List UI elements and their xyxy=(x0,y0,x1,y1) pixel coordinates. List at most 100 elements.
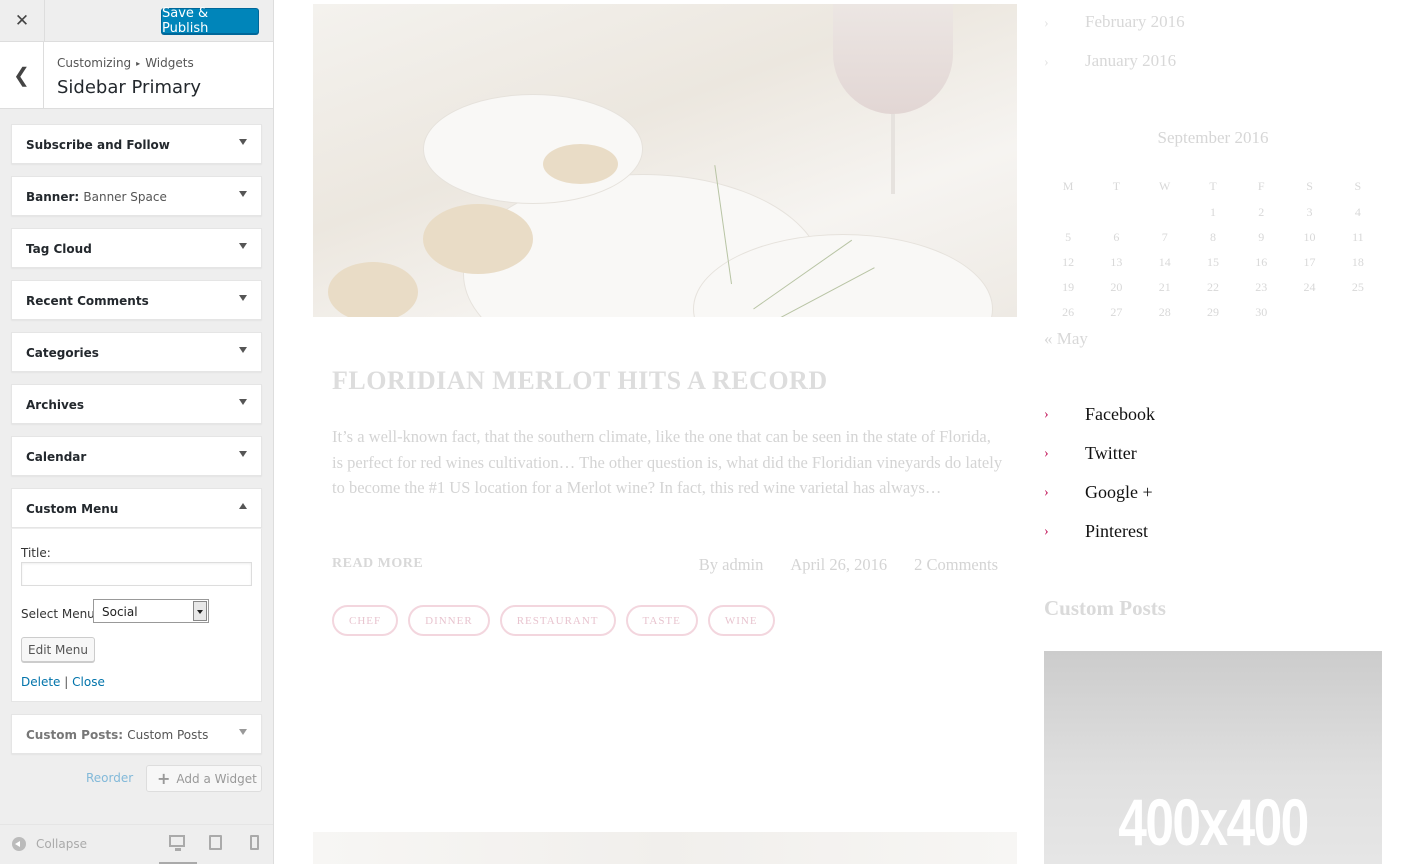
widget-title: Banner: Banner Space xyxy=(26,190,167,204)
calendar-day: 23 xyxy=(1255,280,1268,294)
post-title[interactable]: FLORIDIAN MERLOT HITS A RECORD xyxy=(332,366,828,396)
chevron-down-icon[interactable] xyxy=(193,601,207,621)
widget-recent-comments[interactable]: Recent Comments xyxy=(11,280,262,320)
next-post-image[interactable] xyxy=(313,832,1017,864)
caret-down-icon[interactable] xyxy=(239,295,247,301)
save-publish-button[interactable]: Save & Publish xyxy=(161,6,259,36)
widget-title: Calendar xyxy=(26,450,87,464)
caret-down-icon[interactable] xyxy=(239,191,247,197)
social-link-facebook[interactable]: › Facebook xyxy=(1044,404,1155,425)
widget-custom-menu[interactable]: Custom Menu xyxy=(11,488,262,528)
archive-item[interactable]: › January 2016 xyxy=(1044,51,1176,71)
breadcrumb: Customizing ▸ Widgets xyxy=(57,56,194,70)
widget-calendar[interactable]: Calendar xyxy=(11,436,262,476)
delete-link[interactable]: Delete xyxy=(21,675,60,689)
calendar-weekday-row: M T W T F S S xyxy=(1044,172,1382,200)
customizer-panel: ✕ Save & Publish ❮ Customizing ▸ Widgets S… xyxy=(0,0,274,864)
widget-tag-cloud[interactable]: Tag Cloud xyxy=(11,228,262,268)
calendar-day: 6 xyxy=(1113,230,1120,244)
select-menu-value: Social xyxy=(102,605,138,619)
post-comments[interactable]: 2 Comments xyxy=(914,555,998,575)
mobile-preview-icon[interactable] xyxy=(250,835,259,850)
tag-wine[interactable]: WINE xyxy=(707,605,775,636)
tag-taste[interactable]: TASTE xyxy=(625,605,698,636)
caret-down-icon[interactable] xyxy=(239,347,247,353)
chevron-right-icon: › xyxy=(1044,523,1049,539)
chevron-right-icon: › xyxy=(1044,445,1049,461)
wine-glass-shape xyxy=(833,4,953,114)
weekday-header: M xyxy=(1062,178,1074,193)
calendar-day: 4 xyxy=(1354,205,1361,219)
add-widget-label: Add a Widget xyxy=(176,771,257,786)
calendar-day: 5 xyxy=(1065,230,1072,244)
close-link[interactable]: Close xyxy=(72,675,105,689)
section-header: ❮ Customizing ▸ Widgets Sidebar Primary xyxy=(0,42,273,109)
post-author[interactable]: By admin xyxy=(699,555,764,575)
calendar-day: 28 xyxy=(1158,305,1171,319)
edit-menu-button[interactable]: Edit Menu xyxy=(21,637,95,662)
widget-categories[interactable]: Categories xyxy=(11,332,262,372)
widget-banner[interactable]: Banner: Banner Space xyxy=(11,176,262,216)
calendar-prev-link[interactable]: « May xyxy=(1044,329,1088,349)
customizer-footer: Collapse xyxy=(0,824,273,864)
widget-custom-posts[interactable]: Custom Posts: Custom Posts xyxy=(11,714,262,754)
archive-item[interactable]: › February 2016 xyxy=(1044,12,1185,32)
widget-archives[interactable]: Archives xyxy=(11,384,262,424)
calendar-day: 1 xyxy=(1209,205,1216,219)
tablet-preview-icon[interactable] xyxy=(209,835,222,850)
calendar-day: 26 xyxy=(1062,305,1075,319)
calendar-day: 9 xyxy=(1258,230,1265,244)
widget-title: Categories xyxy=(26,346,99,360)
title-input[interactable] xyxy=(21,562,252,586)
caret-down-icon[interactable] xyxy=(239,243,247,249)
site-preview: FLORIDIAN MERLOT HITS A RECORD It’s a we… xyxy=(274,0,1419,864)
post-date[interactable]: April 26, 2016 xyxy=(790,555,887,575)
calendar-day: 30 xyxy=(1255,305,1268,319)
calendar-day: 24 xyxy=(1303,280,1316,294)
caret-up-icon[interactable] xyxy=(239,503,247,509)
custom-post-thumbnail[interactable]: 400x400 xyxy=(1044,651,1382,864)
calendar-table: M T W T F S S 1 2 3 4 5 6 7 8 9 10 11 12… xyxy=(1044,172,1382,325)
widget-subscribe-and-follow[interactable]: Subscribe and Follow xyxy=(11,124,262,164)
calendar-day: 7 xyxy=(1161,230,1168,244)
post-featured-image[interactable] xyxy=(313,4,1017,317)
link-separator: | xyxy=(64,675,69,689)
social-link-google-plus[interactable]: › Google + xyxy=(1044,482,1153,503)
caret-down-icon[interactable] xyxy=(239,139,247,145)
social-link-twitter[interactable]: › Twitter xyxy=(1044,443,1137,464)
calendar-week-row: 26 27 28 29 30 xyxy=(1044,300,1382,325)
close-icon[interactable]: ✕ xyxy=(0,0,45,42)
caret-down-icon[interactable] xyxy=(239,399,247,405)
weekday-header: S xyxy=(1306,178,1313,193)
reorder-link[interactable]: Reorder xyxy=(86,771,133,785)
add-widget-button[interactable]: + Add a Widget xyxy=(146,765,262,792)
calendar-day: 15 xyxy=(1206,255,1219,269)
caret-down-icon[interactable] xyxy=(239,729,247,735)
read-more-link[interactable]: READ MORE xyxy=(332,556,423,572)
tag-chef[interactable]: CHEF xyxy=(332,605,399,636)
plus-icon: + xyxy=(157,769,171,788)
placeholder-size-text: 400x400 xyxy=(1118,785,1309,859)
select-menu-dropdown[interactable]: Social xyxy=(93,599,209,623)
widget-actions: Delete | Close xyxy=(21,675,105,689)
weekday-header: T xyxy=(1209,178,1217,193)
tag-dinner[interactable]: DINNER xyxy=(408,605,490,636)
widget-title: Subscribe and Follow xyxy=(26,138,170,152)
collapse-button[interactable]: Collapse xyxy=(12,837,87,851)
calendar-day: 25 xyxy=(1351,280,1364,294)
breadcrumb-parent: Customizing xyxy=(57,56,132,70)
calendar-day: 16 xyxy=(1255,255,1268,269)
calendar-week-row: 5 6 7 8 9 10 11 xyxy=(1044,225,1382,250)
caret-down-icon[interactable] xyxy=(239,451,247,457)
select-menu-label: Select Menu: xyxy=(21,607,99,621)
back-arrow-icon[interactable]: ❮ xyxy=(0,42,44,108)
calendar-day: 11 xyxy=(1352,230,1364,244)
desktop-preview-icon[interactable] xyxy=(169,835,185,851)
tag-restaurant[interactable]: RESTAURANT xyxy=(499,605,616,636)
calendar-day: 2 xyxy=(1258,205,1265,219)
calendar-day: 8 xyxy=(1209,230,1216,244)
social-link-pinterest[interactable]: › Pinterest xyxy=(1044,521,1148,542)
widget-title: Custom Menu xyxy=(26,502,119,516)
calendar-day xyxy=(1092,200,1140,225)
weekday-header: W xyxy=(1159,178,1171,193)
